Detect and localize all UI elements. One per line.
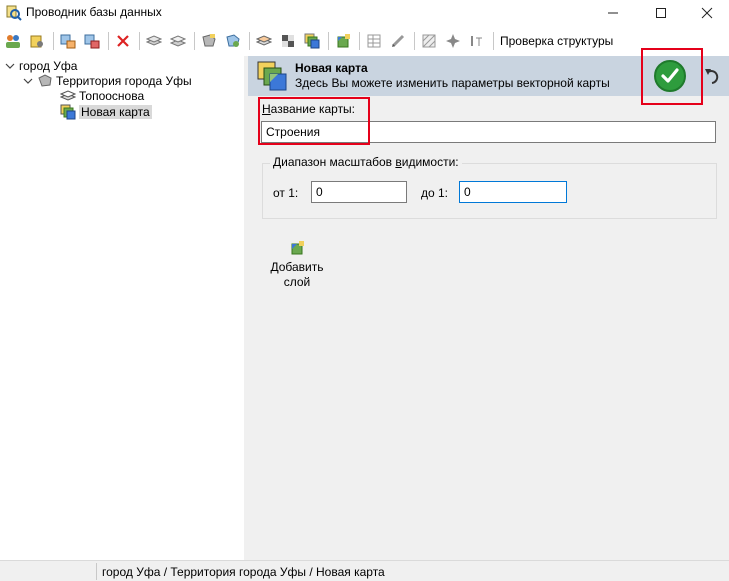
layers-copy-button[interactable] xyxy=(168,31,188,51)
add-layer-icon xyxy=(291,241,304,255)
basemap-icon xyxy=(60,90,76,101)
remove-object-icon xyxy=(84,34,100,49)
user-settings-button[interactable] xyxy=(27,31,47,51)
title-bar: Проводник базы данных xyxy=(0,0,729,26)
scale-range-label: Диапазон масштабов видимости: xyxy=(270,155,462,169)
toolbar-separator xyxy=(414,32,415,50)
toolbar-separator xyxy=(139,32,140,50)
layers-button[interactable] xyxy=(144,31,164,51)
status-path: город Уфа / Территория города Уфы / Нова… xyxy=(102,565,385,579)
scale-to-input[interactable]: 0 xyxy=(459,181,567,203)
delete-icon xyxy=(117,35,129,47)
edit-button[interactable] xyxy=(388,31,408,51)
tree-item-city[interactable]: город Уфа xyxy=(5,58,77,74)
toolbar-separator xyxy=(328,32,329,50)
add-layer-icon xyxy=(337,34,350,48)
tree-item-territory[interactable]: Территория города Уфы xyxy=(23,73,192,89)
close-icon xyxy=(701,7,713,19)
users-icon xyxy=(6,35,20,48)
users-button[interactable] xyxy=(3,31,23,51)
grid-button[interactable] xyxy=(419,31,439,51)
add-layer-button[interactable] xyxy=(333,31,353,51)
properties-panel: Новая карта Здесь Вы можете изменить пар… xyxy=(248,48,729,560)
basemap-icon xyxy=(256,35,272,46)
maximize-icon xyxy=(656,8,666,18)
status-bar: город Уфа / Территория города Уфы / Нова… xyxy=(0,560,729,581)
status-separator xyxy=(96,563,97,580)
add-layer-label-line1: Добавить xyxy=(270,260,324,274)
basemap-button[interactable] xyxy=(254,31,274,51)
window-title: Проводник базы данных xyxy=(26,5,162,19)
toolbar-separator xyxy=(108,32,109,50)
user-settings-icon xyxy=(30,35,43,48)
tree-item-label: Новая карта xyxy=(79,105,152,119)
grid-icon xyxy=(422,34,436,48)
add-map-button[interactable] xyxy=(302,31,322,51)
panel-title: Новая карта xyxy=(295,61,368,75)
tree-item-basemap[interactable]: Топооснова xyxy=(60,88,144,104)
from-label: от 1: xyxy=(273,186,299,200)
maximize-button[interactable] xyxy=(638,0,684,26)
layers-copy-icon xyxy=(170,35,186,47)
toolbar-separator xyxy=(493,32,494,50)
text-tool-icon xyxy=(471,36,482,46)
table-icon xyxy=(367,34,381,48)
highlight-box xyxy=(258,97,370,145)
table-button[interactable] xyxy=(364,31,384,51)
tree-item-label: Топооснова xyxy=(79,89,145,103)
territory-settings-icon xyxy=(226,34,240,47)
checker-button[interactable] xyxy=(278,31,298,51)
tree-item-label: Территория города Уфы xyxy=(56,74,192,88)
vector-map-icon xyxy=(60,104,76,120)
add-map-icon xyxy=(304,33,320,49)
edit-icon xyxy=(391,34,405,48)
panel-subtitle: Здесь Вы можете изменить параметры векто… xyxy=(295,76,610,90)
tree-item-new-map[interactable]: Новая карта xyxy=(60,104,152,120)
toolbar: Проверка структуры xyxy=(0,30,729,52)
add-layer-label-line2: слой xyxy=(283,275,311,289)
toolbar-separator xyxy=(194,32,195,50)
layers-icon xyxy=(146,35,162,46)
toolbar-separator xyxy=(53,32,54,50)
highlight-box xyxy=(641,48,703,105)
sparkle-button[interactable] xyxy=(443,31,463,51)
toolbar-separator xyxy=(249,32,250,50)
add-layer-button[interactable]: Добавить слой xyxy=(266,240,328,290)
database-tree: город Уфа Территория города Уфы Топоосно… xyxy=(0,56,244,560)
territory-icon xyxy=(38,74,52,87)
remove-object-button[interactable] xyxy=(82,31,102,51)
close-button[interactable] xyxy=(684,0,729,26)
chevron-down-icon[interactable] xyxy=(23,76,33,86)
undo-icon[interactable] xyxy=(704,66,722,86)
add-object-button[interactable] xyxy=(58,31,78,51)
text-tool-button[interactable] xyxy=(467,31,487,51)
check-structure-button[interactable]: Проверка структуры xyxy=(500,34,613,48)
checker-icon xyxy=(282,35,294,47)
chevron-down-icon[interactable] xyxy=(5,61,15,71)
minimize-icon xyxy=(608,12,618,14)
to-label: до 1: xyxy=(421,186,449,200)
add-object-icon xyxy=(60,34,76,49)
magnifier-db-icon xyxy=(6,5,22,21)
territory-icon xyxy=(202,34,216,47)
tree-item-label: город Уфа xyxy=(19,59,78,73)
territory-settings-button[interactable] xyxy=(223,31,243,51)
sparkle-icon xyxy=(446,34,460,48)
scale-from-input[interactable]: 0 xyxy=(311,181,407,203)
toolbar-separator xyxy=(359,32,360,50)
territory-button[interactable] xyxy=(199,31,219,51)
vector-map-icon xyxy=(257,61,287,91)
delete-button[interactable] xyxy=(113,31,133,51)
minimize-button[interactable] xyxy=(590,0,636,26)
